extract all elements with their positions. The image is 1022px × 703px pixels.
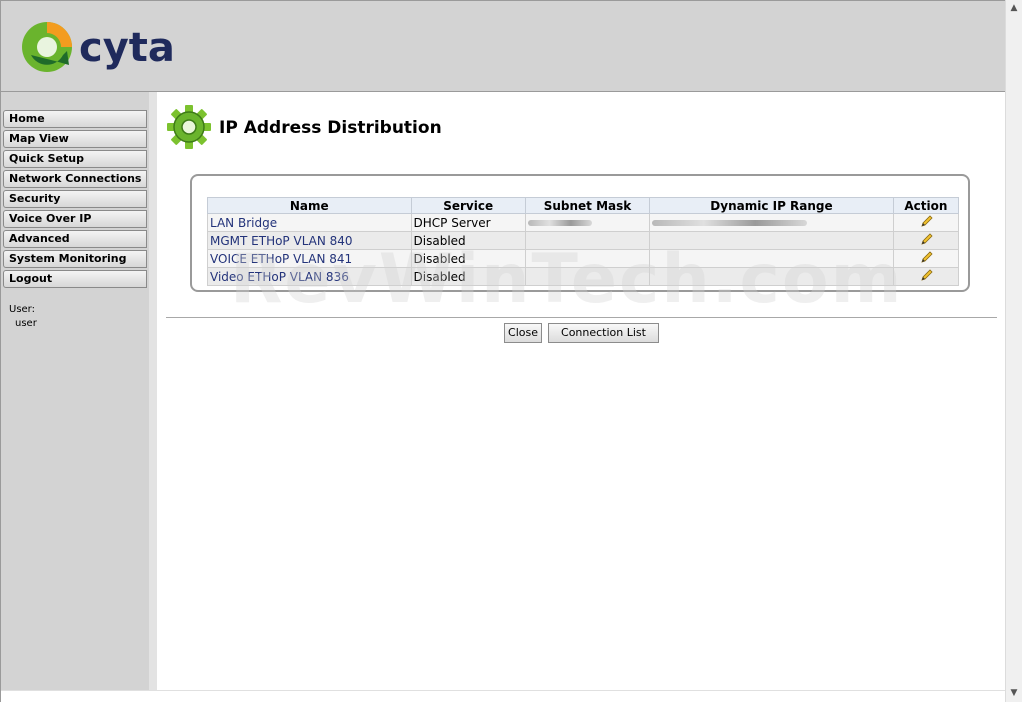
row-link-video-vlan[interactable]: Video ETHoP VLAN 836 [210,270,349,284]
cell-ip-range-redacted [649,213,894,232]
cell-service: Disabled [410,249,526,268]
cyta-logo: cyta [22,22,175,72]
nav-home[interactable]: Home [3,110,147,128]
cell-name: VOICE ETHoP VLAN 841 [207,249,412,268]
cell-action [892,213,960,232]
edit-pencil-icon[interactable] [920,232,934,246]
row-link-lan-bridge[interactable]: LAN Bridge [210,216,277,230]
redacted-mask [527,220,592,226]
vertical-scrollbar[interactable]: ▲ ▼ [1005,0,1022,702]
row-link-voice-vlan[interactable]: VOICE ETHoP VLAN 841 [210,252,352,266]
cell-ip-range [649,267,894,286]
cell-service: Disabled [410,231,526,250]
table-row: LAN Bridge DHCP Server [207,213,960,232]
edit-pencil-icon[interactable] [920,268,934,282]
table-panel: Name Service Subnet Mask Dynamic IP Rang… [190,174,970,292]
nav-system-monitoring[interactable]: System Monitoring [3,250,147,268]
nav-logout[interactable]: Logout [3,270,147,288]
header-subnet-mask: Subnet Mask [524,197,651,214]
sidebar: Home Map View Quick Setup Network Connec… [1,92,150,690]
user-name: user [15,318,37,329]
cell-name: MGMT ETHoP VLAN 840 [207,231,412,250]
cell-subnet-mask [524,267,651,286]
ip-distribution-table: Name Service Subnet Mask Dynamic IP Rang… [207,197,960,286]
cell-ip-range [649,249,894,268]
cell-name: Video ETHoP VLAN 836 [207,267,412,286]
nav-security[interactable]: Security [3,190,147,208]
header-service: Service [410,197,526,214]
nav-map-view[interactable]: Map View [3,130,147,148]
cell-subnet-mask [524,249,651,268]
table-row: MGMT ETHoP VLAN 840 Disabled [207,231,960,250]
cell-name: LAN Bridge [207,213,412,232]
nav-network-connections[interactable]: Network Connections [3,170,147,188]
scroll-down-icon[interactable]: ▼ [1009,688,1019,698]
gear-icon [167,105,211,149]
header-action: Action [892,197,960,214]
cell-subnet-mask-redacted [524,213,651,232]
edit-pencil-icon[interactable] [920,214,934,228]
header-dynamic-ip-range: Dynamic IP Range [649,197,894,214]
status-strip [1,690,1005,703]
nav-advanced[interactable]: Advanced [3,230,147,248]
page-title: IP Address Distribution [219,118,442,138]
logo-text: cyta [79,25,175,71]
table-row: VOICE ETHoP VLAN 841 Disabled [207,249,960,268]
cell-action [892,249,960,268]
table-header-row: Name Service Subnet Mask Dynamic IP Rang… [207,197,960,214]
row-link-mgmt-vlan[interactable]: MGMT ETHoP VLAN 840 [210,234,353,248]
edit-pencil-icon[interactable] [920,250,934,264]
cell-action [892,231,960,250]
nav-quick-setup[interactable]: Quick Setup [3,150,147,168]
main-content: IP Address Distribution Name Service Sub… [158,92,1004,690]
header: cyta [1,1,1005,92]
table-row: Video ETHoP VLAN 836 Disabled [207,267,960,286]
redacted-range [652,220,808,226]
nav-voice-over-ip[interactable]: Voice Over IP [3,210,147,228]
connection-list-button[interactable]: Connection List [548,323,659,343]
user-label: User: [9,304,35,315]
cell-action [892,267,960,286]
close-button[interactable]: Close [504,323,542,343]
cell-service: Disabled [410,267,526,286]
cell-subnet-mask [524,231,651,250]
cell-ip-range [649,231,894,250]
sidebar-gutter [149,92,157,690]
cell-service: DHCP Server [410,213,526,232]
scroll-up-icon[interactable]: ▲ [1009,3,1019,13]
divider [166,317,997,318]
header-name: Name [207,197,412,214]
